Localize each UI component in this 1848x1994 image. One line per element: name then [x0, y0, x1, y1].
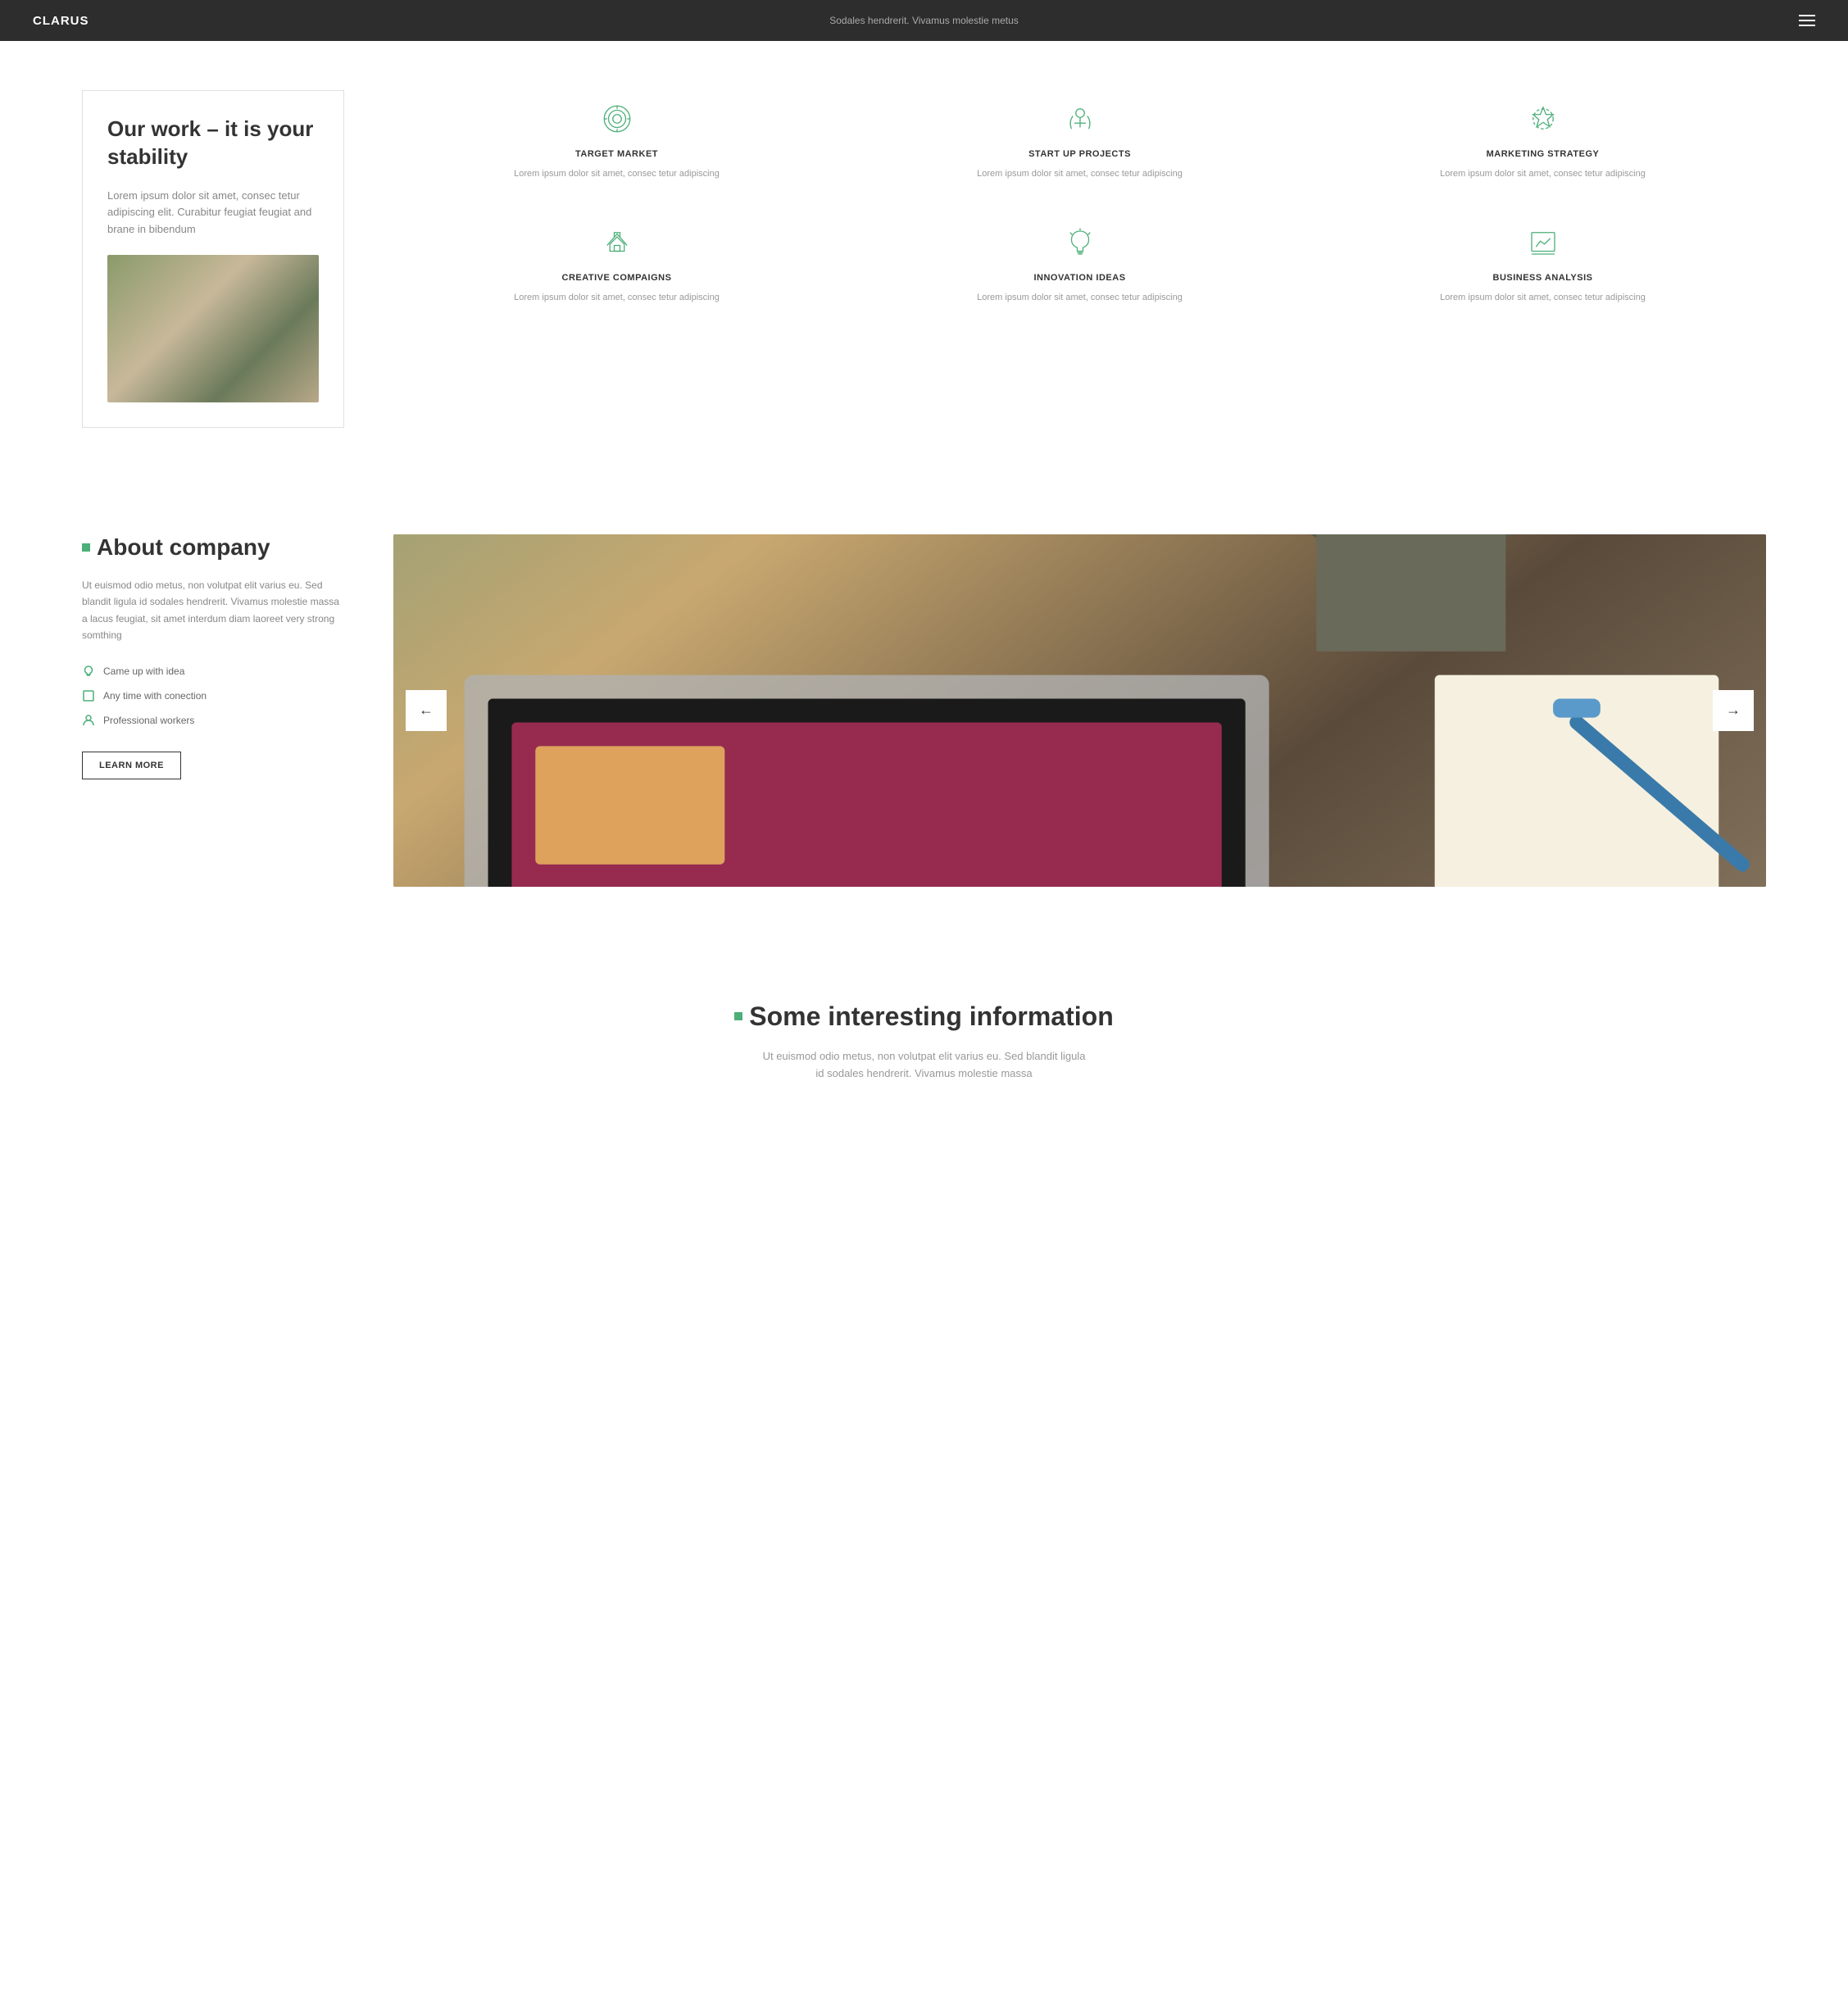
feature-desc-creative: Lorem ipsum dolor sit amet, consec tetur…: [402, 291, 832, 305]
feature-title-creative: CREATIVE COMPAIGNS: [402, 273, 832, 283]
marketing-icon: [1523, 98, 1564, 139]
about-description: Ut euismod odio metus, non volutpat elit…: [82, 577, 344, 644]
navbar-logo: CLARUS: [33, 14, 89, 28]
about-heading: About company: [82, 534, 344, 561]
info-heading: Some interesting information: [82, 1002, 1766, 1032]
business-icon: [1523, 222, 1564, 263]
square-icon: [82, 689, 95, 702]
feature-target-market: TARGET MARKET Lorem ipsum dolor sit amet…: [393, 90, 840, 189]
about-slider: ← →: [393, 534, 1766, 887]
work-title: Our work – it is your stability: [107, 116, 319, 171]
feature-title-target: TARGET MARKET: [402, 149, 832, 159]
section-about: About company Ut euismod odio metus, non…: [0, 477, 1848, 944]
about-list: Came up with idea Any time with conectio…: [82, 665, 344, 727]
heading-dot: [82, 543, 90, 552]
navbar: CLARUS Sodales hendrerit. Vivamus molest…: [0, 0, 1848, 41]
feature-marketing: MARKETING STRATEGY Lorem ipsum dolor sit…: [1319, 90, 1766, 189]
about-image: [393, 534, 1766, 887]
feature-desc-business: Lorem ipsum dolor sit amet, consec tetur…: [1328, 291, 1758, 305]
feature-innovation: INNOVATION IDEAS Lorem ipsum dolor sit a…: [856, 214, 1303, 313]
work-image: [107, 255, 319, 402]
creative-icon: [597, 222, 638, 263]
feature-desc-startup: Lorem ipsum dolor sit amet, consec tetur…: [865, 167, 1295, 181]
info-description: Ut euismod odio metus, non volutpat elit…: [761, 1048, 1088, 1083]
list-item-workers-text: Professional workers: [103, 715, 194, 726]
feature-title-startup: START UP PROJECTS: [865, 149, 1295, 159]
section-info: Some interesting information Ut euismod …: [0, 944, 1848, 1115]
startup-icon: [1060, 98, 1101, 139]
feature-desc-target: Lorem ipsum dolor sit amet, consec tetur…: [402, 167, 832, 181]
list-item-workers: Professional workers: [82, 714, 344, 727]
feature-desc-marketing: Lorem ipsum dolor sit amet, consec tetur…: [1328, 167, 1758, 181]
about-left: About company Ut euismod odio metus, non…: [82, 534, 344, 779]
feature-title-innovation: INNOVATION IDEAS: [865, 273, 1295, 283]
feature-title-marketing: MARKETING STRATEGY: [1328, 149, 1758, 159]
features-grid: TARGET MARKET Lorem ipsum dolor sit amet…: [393, 90, 1766, 312]
navbar-center-text: Sodales hendrerit. Vivamus molestie metu…: [829, 15, 1019, 26]
work-description: Lorem ipsum dolor sit amet, consec tetur…: [107, 188, 319, 238]
feature-desc-innovation: Lorem ipsum dolor sit amet, consec tetur…: [865, 291, 1295, 305]
info-heading-dot: [734, 1012, 742, 1020]
feature-startup: START UP PROJECTS Lorem ipsum dolor sit …: [856, 90, 1303, 189]
lightbulb-icon: [82, 665, 95, 678]
section-work: Our work – it is your stability Lorem ip…: [0, 41, 1848, 477]
list-item-idea: Came up with idea: [82, 665, 344, 678]
list-item-connection-text: Any time with conection: [103, 690, 207, 702]
feature-creative: CREATIVE COMPAIGNS Lorem ipsum dolor sit…: [393, 214, 840, 313]
target-market-icon: [597, 98, 638, 139]
menu-icon[interactable]: [1799, 15, 1815, 26]
person-icon: [82, 714, 95, 727]
feature-title-business: BUSINESS ANALYSIS: [1328, 273, 1758, 283]
feature-business: BUSINESS ANALYSIS Lorem ipsum dolor sit …: [1319, 214, 1766, 313]
work-left-panel: Our work – it is your stability Lorem ip…: [82, 90, 344, 428]
slider-prev-button[interactable]: ←: [406, 690, 447, 731]
innovation-icon: [1060, 222, 1101, 263]
slider-next-button[interactable]: →: [1713, 690, 1754, 731]
list-item-connection: Any time with conection: [82, 689, 344, 702]
list-item-idea-text: Came up with idea: [103, 665, 184, 677]
learn-more-button[interactable]: LEARN MORE: [82, 752, 181, 779]
